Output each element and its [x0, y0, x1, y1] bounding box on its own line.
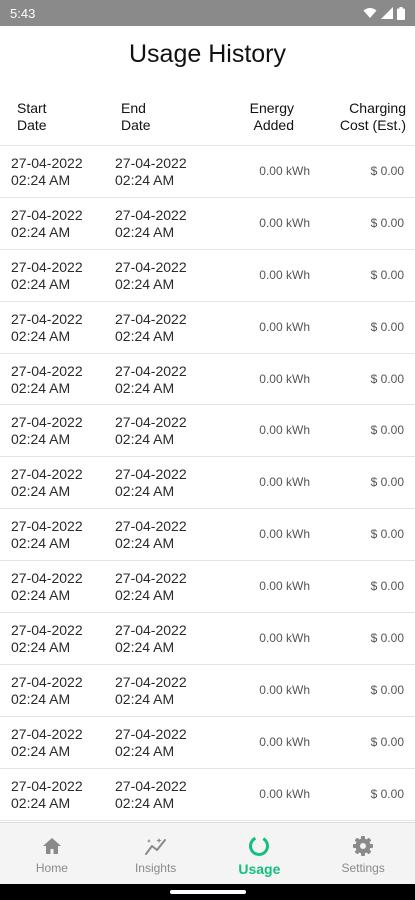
cost-cell: $ 0.00 [370, 319, 404, 334]
energy-cell: 0.00 kWh [259, 371, 310, 386]
start-date-cell: 27-04-2022 02:24 AM [11, 777, 83, 811]
energy-cell: 0.00 kWh [259, 164, 310, 178]
header-energy-added: Energy Added [249, 100, 294, 133]
end-date-cell: 27-04-2022 02:24 AM [115, 362, 187, 396]
start-date-cell: 27-04-2022 02:24 AM [11, 622, 83, 656]
start-date-cell: 27-04-2022 02:24 AM [11, 414, 83, 448]
table-row[interactable]: 27-04-2022 02:24 AM 27-04-2022 02:24 AM 0.… [0, 561, 415, 614]
table-row[interactable]: 27-04-2022 02:24 AM 27-04-2022 02:24 AM 0.… [0, 717, 415, 769]
end-date-cell: 27-04-2022 02:24 AM [115, 622, 187, 656]
start-date-cell: 27-04-2022 02:24 AM [11, 518, 83, 552]
cost-cell: $ 0.00 [370, 786, 404, 801]
cost-cell: $ 0.00 [370, 371, 404, 386]
system-nav-bar [0, 884, 415, 900]
header-charging-cost: Charging Cost (Est.) [339, 100, 406, 133]
end-date-cell: 27-04-2022 02:24 AM [115, 777, 187, 811]
usage-table: 27-04-2022 02:24 AM 27-04-2022 02:24 AM 0.… [0, 146, 415, 821]
signal-icon [381, 7, 393, 19]
table-row[interactable]: 27-04-2022 02:24 AM 27-04-2022 02:24 AM 0.… [0, 509, 415, 562]
table-row[interactable]: 27-04-2022 02:24 AM 27-04-2022 02:24 AM 0.… [0, 250, 415, 302]
energy-cell: 0.00 kWh [259, 734, 310, 749]
cost-cell: $ 0.00 [370, 475, 404, 490]
energy-cell: 0.00 kWh [259, 319, 310, 334]
bottom-nav: Home Insights Usage Settings [0, 822, 415, 884]
nav-label-settings: Settings [341, 861, 385, 875]
energy-cell: 0.00 kWh [259, 475, 310, 490]
battery-icon [397, 6, 405, 20]
nav-item-home[interactable]: Home [0, 823, 104, 884]
nav-label-home: Home [35, 861, 68, 875]
end-date-cell: 27-04-2022 02:24 AM [115, 466, 187, 500]
status-icons [363, 6, 405, 20]
end-date-cell: 27-04-2022 02:24 AM [115, 310, 187, 344]
cost-cell: $ 0.00 [370, 423, 404, 438]
home-icon [42, 835, 62, 857]
cost-cell: $ 0.00 [370, 579, 404, 594]
table-header: Start Date End Date Energy Added Chargin… [0, 98, 415, 146]
cost-cell: $ 0.00 [370, 682, 404, 697]
status-bar: 5:43 [0, 0, 415, 26]
start-date-cell: 27-04-2022 02:24 AM [11, 362, 83, 396]
page-title: Usage History [129, 40, 286, 68]
end-date-cell: 27-04-2022 02:24 AM [115, 206, 187, 240]
nav-label-insights: Insights [134, 861, 177, 875]
wifi-icon [363, 8, 377, 18]
cost-cell: $ 0.00 [370, 734, 404, 749]
table-row[interactable]: 27-04-2022 02:24 AM 27-04-2022 02:24 AM 0.… [0, 769, 415, 821]
energy-cell: 0.00 kWh [259, 527, 310, 542]
home-gesture-handle[interactable] [170, 890, 246, 894]
cost-cell: $ 0.00 [370, 631, 404, 646]
insights-icon [144, 835, 168, 857]
start-date-cell: 27-04-2022 02:24 AM [11, 155, 83, 188]
nav-item-usage[interactable]: Usage [208, 823, 312, 884]
table-row[interactable]: 27-04-2022 02:24 AM 27-04-2022 02:24 AM 0.… [0, 302, 415, 354]
energy-cell: 0.00 kWh [259, 579, 310, 594]
start-date-cell: 27-04-2022 02:24 AM [11, 466, 83, 500]
gear-icon [352, 835, 374, 857]
status-time: 5:43 [10, 5, 36, 21]
nav-item-settings[interactable]: Settings [311, 823, 415, 884]
usage-ring-icon [248, 835, 270, 857]
start-date-cell: 27-04-2022 02:24 AM [11, 673, 83, 707]
energy-cell: 0.00 kWh [259, 631, 310, 646]
start-date-cell: 27-04-2022 02:24 AM [11, 206, 83, 240]
energy-cell: 0.00 kWh [259, 682, 310, 697]
table-row[interactable]: 27-04-2022 02:24 AM 27-04-2022 02:24 AM 0.… [0, 146, 415, 198]
table-row[interactable]: 27-04-2022 02:24 AM 27-04-2022 02:24 AM 0.… [0, 613, 415, 665]
energy-cell: 0.00 kWh [259, 423, 310, 438]
end-date-cell: 27-04-2022 02:24 AM [115, 673, 187, 707]
start-date-cell: 27-04-2022 02:24 AM [11, 570, 83, 604]
end-date-cell: 27-04-2022 02:24 AM [115, 414, 187, 448]
end-date-cell: 27-04-2022 02:24 AM [115, 258, 187, 292]
header-start-date: Start Date [17, 100, 47, 133]
table-row[interactable]: 27-04-2022 02:24 AM 27-04-2022 02:24 AM 0.… [0, 457, 415, 510]
energy-cell: 0.00 kWh [259, 215, 310, 230]
end-date-cell: 27-04-2022 02:24 AM [115, 518, 187, 552]
table-row[interactable]: 27-04-2022 02:24 AM 27-04-2022 02:24 AM 0.… [0, 405, 415, 458]
table-row[interactable]: 27-04-2022 02:24 AM 27-04-2022 02:24 AM 0.… [0, 198, 415, 250]
end-date-cell: 27-04-2022 02:24 AM [115, 725, 187, 759]
end-date-cell: 27-04-2022 02:24 AM [115, 155, 187, 188]
nav-item-insights[interactable]: Insights [104, 823, 208, 884]
energy-cell: 0.00 kWh [259, 267, 310, 282]
start-date-cell: 27-04-2022 02:24 AM [11, 725, 83, 759]
table-row[interactable]: 27-04-2022 02:24 AM 27-04-2022 02:24 AM 0.… [0, 354, 415, 406]
table-row[interactable]: 27-04-2022 02:24 AM 27-04-2022 02:24 AM 0.… [0, 665, 415, 717]
header-end-date: End Date [121, 100, 151, 133]
nav-label-usage: Usage [238, 861, 281, 877]
start-date-cell: 27-04-2022 02:24 AM [11, 310, 83, 344]
cost-cell: $ 0.00 [370, 164, 404, 178]
energy-cell: 0.00 kWh [259, 786, 310, 801]
end-date-cell: 27-04-2022 02:24 AM [115, 570, 187, 604]
start-date-cell: 27-04-2022 02:24 AM [11, 258, 83, 292]
cost-cell: $ 0.00 [370, 215, 404, 230]
cost-cell: $ 0.00 [370, 267, 404, 282]
cost-cell: $ 0.00 [370, 527, 404, 542]
